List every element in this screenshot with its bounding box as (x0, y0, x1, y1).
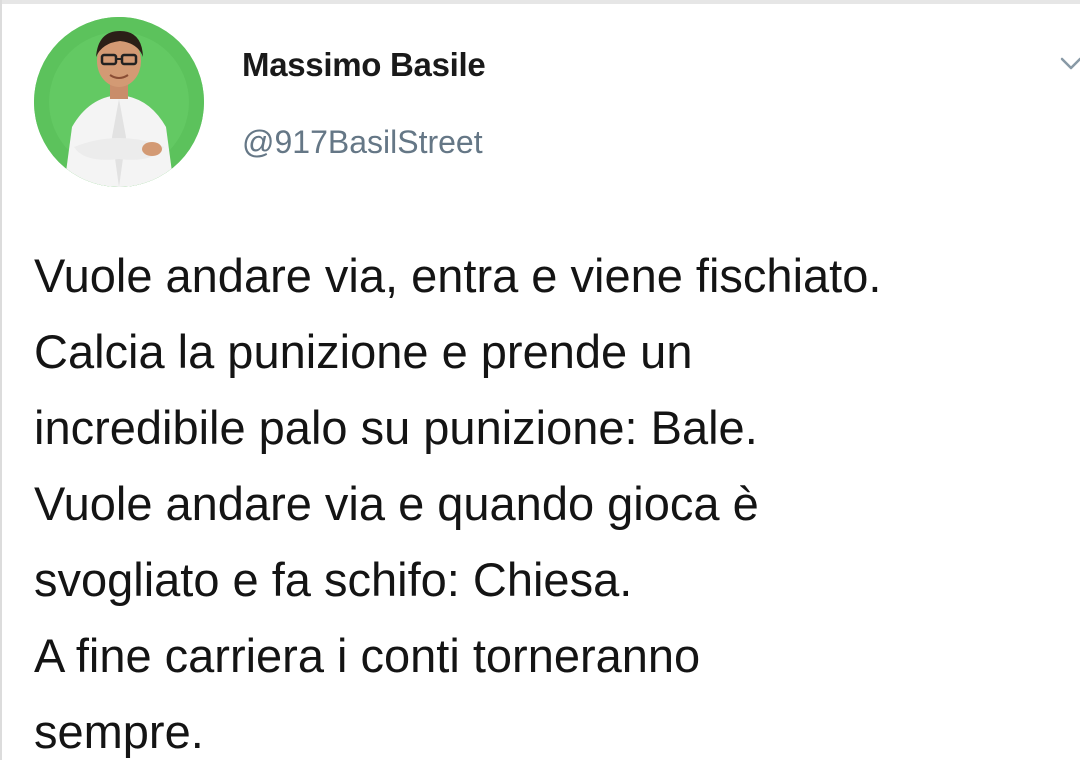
tweet-text-line: Vuole andare via, entra e viene fischiat… (34, 249, 882, 302)
tweet-text-line: svogliato e fa schifo: Chiesa. (34, 553, 633, 606)
avatar[interactable] (34, 17, 204, 187)
tweet-text-line: Vuole andare via e quando gioca è (34, 477, 759, 530)
tweet-text-line: A fine carriera i conti torneranno (34, 629, 701, 682)
tweet-text: Vuole andare via, entra e viene fischiat… (34, 238, 1074, 760)
avatar-image (34, 17, 204, 187)
tweet-text-line: sempre. (34, 705, 204, 758)
author-handle[interactable]: @917BasilStreet (242, 124, 483, 161)
tweet-card: Massimo Basile @917BasilStreet Vuole and… (0, 0, 1080, 760)
author-display-name[interactable]: Massimo Basile (242, 46, 486, 84)
tweet-text-line: incredibile palo su punizione: Bale. (34, 401, 758, 454)
tweet-text-line: Calcia la punizione e prende un (34, 325, 693, 378)
chevron-down-icon[interactable] (1058, 52, 1080, 76)
